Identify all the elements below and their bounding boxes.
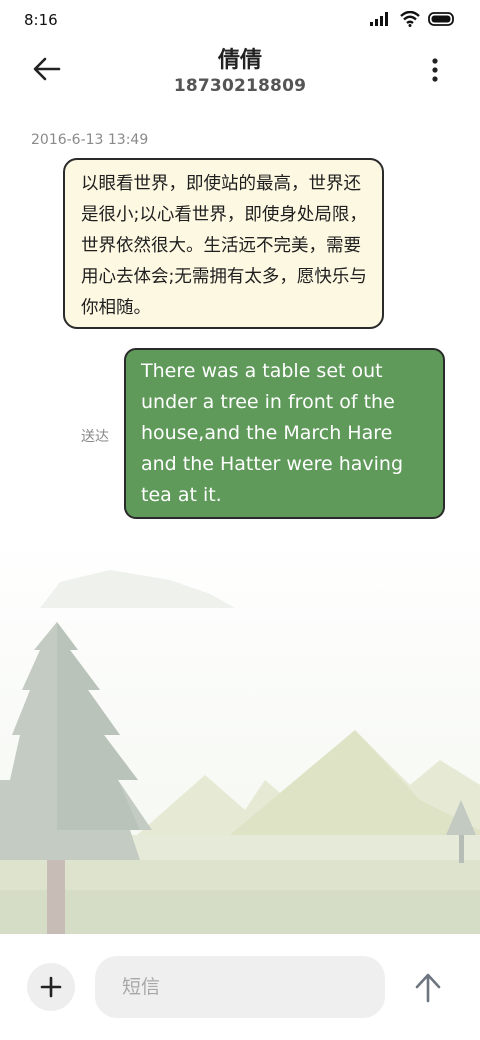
signal-icon (370, 12, 388, 26)
background-landscape (0, 530, 480, 934)
status-icons (370, 11, 456, 27)
status-time: 8:16 (24, 11, 58, 29)
contact-name: 倩倩 (217, 48, 262, 73)
message-input[interactable] (95, 956, 385, 1018)
add-attachment-button[interactable] (27, 963, 75, 1011)
message-timestamp: 2016-6-13 13:49 (31, 132, 149, 148)
phone-number: 18730218809 (173, 76, 307, 96)
plus-icon (40, 976, 62, 998)
wifi-icon (400, 11, 420, 27)
sent-message-bubble[interactable]: There was a table set out under a tree i… (124, 348, 445, 519)
more-options-icon[interactable] (425, 56, 445, 84)
received-message-bubble[interactable]: 以眼看世界，即使站的最高，世界还是很小;以心看世界，即使身处局限，世界依然很大。… (63, 158, 384, 329)
battery-icon (428, 12, 454, 26)
send-arrow-icon[interactable] (410, 970, 446, 1006)
delivery-status: 送达 (81, 429, 109, 445)
